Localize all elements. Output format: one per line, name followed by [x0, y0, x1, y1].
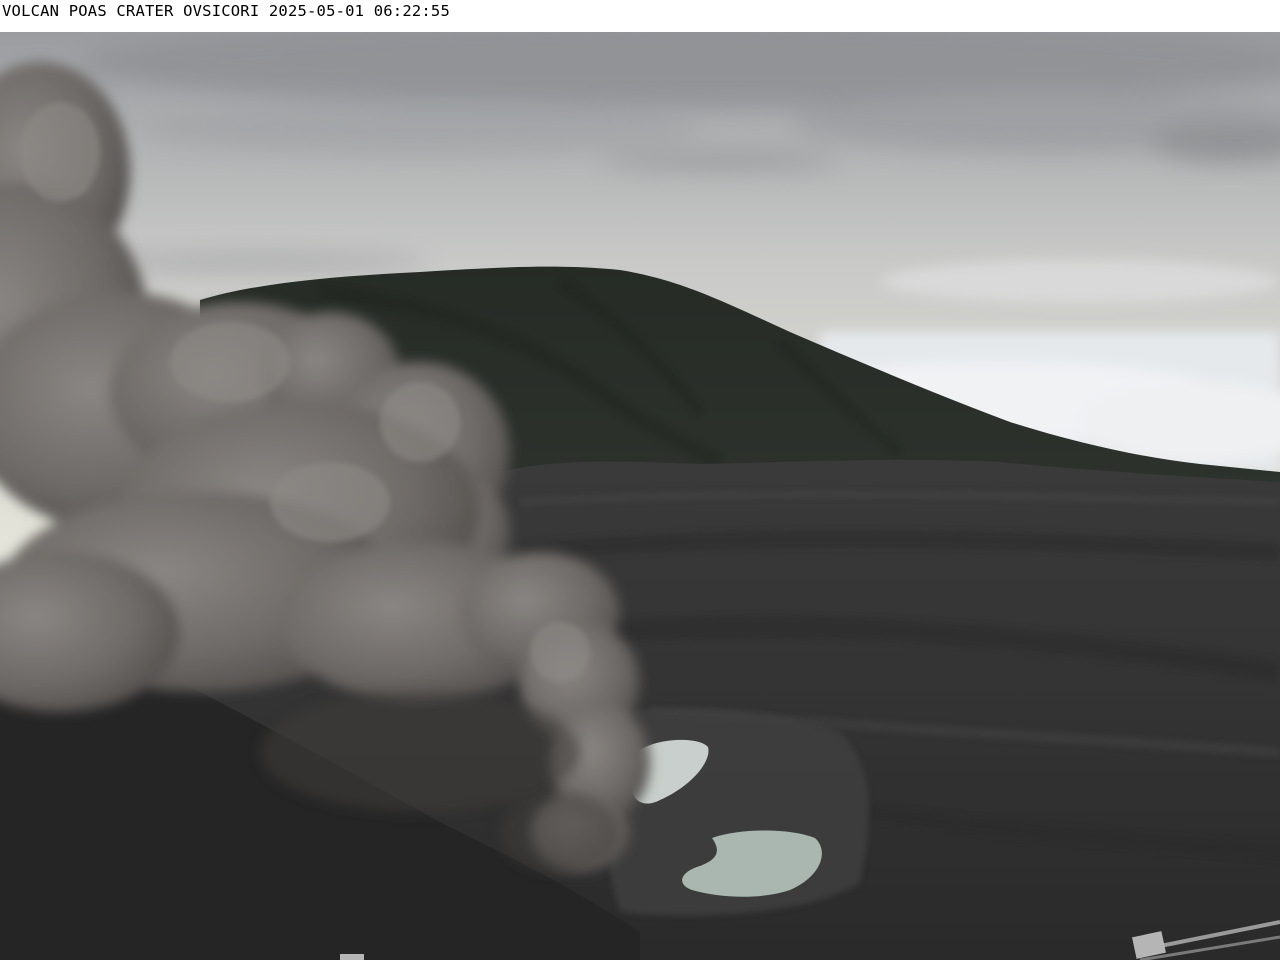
- webcam-image: [0, 32, 1280, 960]
- volcano-scene: [0, 32, 1280, 960]
- camera-caption: VOLCAN POAS CRATER OVSICORI 2025-05-01 0…: [2, 2, 450, 20]
- caption-bar: VOLCAN POAS CRATER OVSICORI 2025-05-01 0…: [0, 0, 1280, 32]
- webcam-frame: VOLCAN POAS CRATER OVSICORI 2025-05-01 0…: [0, 0, 1280, 960]
